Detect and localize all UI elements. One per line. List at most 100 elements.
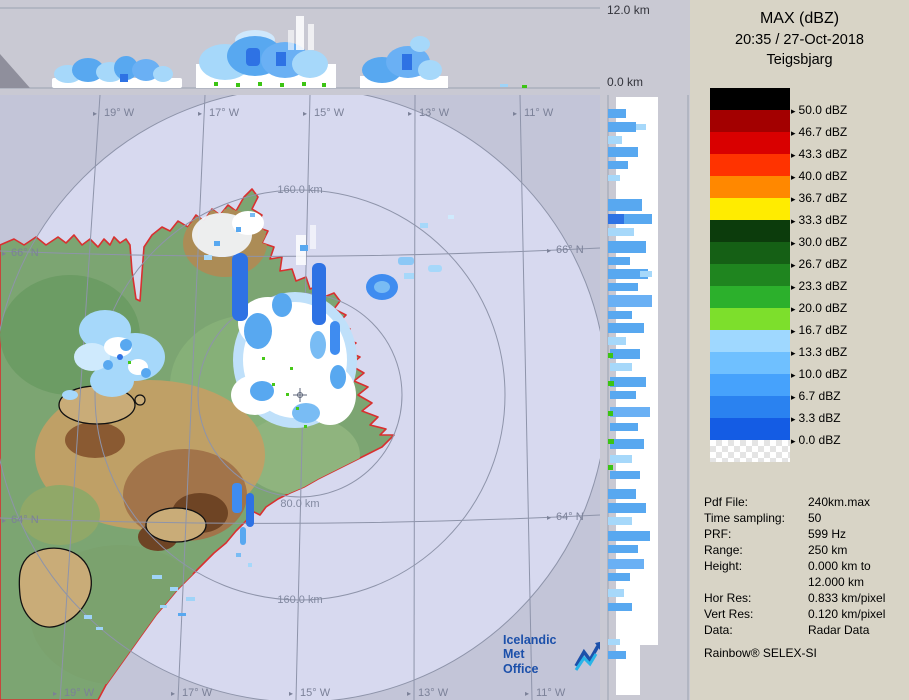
tick-arrow-icon: ▸ [407,689,411,698]
lon-label-top: 19° W [104,107,135,119]
legend-color-band [710,242,790,264]
info-value: 250 km [808,542,847,558]
profile-max-height-label: 12.0 km [607,3,650,17]
datetime-label: 20:35 / 27-Oct-2018 [690,30,909,50]
tick-arrow-icon: ▸ [791,326,796,336]
legend-color-band [710,88,790,110]
info-row: Height:0.000 km to 12.000 km [704,558,909,590]
info-label: Vert Res: [704,606,808,622]
lon-label-top: 15° W [314,107,345,119]
range-ring-label: 160.0 km [277,184,322,196]
tick-arrow-icon: ▸ [547,246,551,255]
legend-tick-label: ▸16.7 dBZ [791,323,847,337]
legend-color-band [710,176,790,198]
legend-tick-label: ▸10.0 dBZ [791,367,847,381]
software-brand: Rainbow® SELEX-SI [704,646,909,660]
lon-label-bottom: 19° W [64,687,95,699]
scan-info-block: Pdf File:240km.maxTime sampling:50PRF:59… [704,494,909,638]
legend-color-band [710,264,790,286]
tick-arrow-icon: ▸ [791,392,796,402]
tick-arrow-icon: ▸ [525,689,529,698]
lat-label-right: 66° N [556,244,584,256]
top-profile-canvas [0,0,600,95]
terrain-mask [0,54,30,88]
lon-label-bottom: 11° W [536,687,566,699]
legend-below-scale-band [710,440,790,462]
info-value: 599 Hz [808,526,846,542]
vertical-profile-east-west [0,0,600,95]
legend-color-band [710,198,790,220]
station-name: Teigsbjarg [690,50,909,70]
tick-arrow-icon: ▸ [2,249,6,258]
profile-min-height-label: 0.0 km [607,75,643,89]
tick-arrow-icon: ▸ [408,109,412,118]
legend-tick-label: ▸13.3 dBZ [791,345,847,359]
tick-arrow-icon: ▸ [791,282,796,292]
info-value: 240km.max [808,494,870,510]
legend-tick-label: ▸50.0 dBZ [791,103,847,117]
tick-arrow-icon: ▸ [791,436,796,446]
tick-arrow-icon: ▸ [791,172,796,182]
right-profile-canvas [600,95,690,700]
tick-arrow-icon: ▸ [791,370,796,380]
tick-arrow-icon: ▸ [791,194,796,204]
legend-color-band [710,154,790,176]
tick-arrow-icon: ▸ [791,150,796,160]
imo-logo-line2: Office [503,662,568,676]
legend-tick-label: ▸0.0 dBZ [791,433,841,447]
info-label: Data: [704,622,808,638]
info-label: Height: [704,558,808,590]
info-row: Pdf File:240km.max [704,494,909,510]
legend-tick-label: ▸26.7 dBZ [791,257,847,271]
info-value: 0.000 km to 12.000 km [808,558,871,590]
legend-tick-label: ▸23.3 dBZ [791,279,847,293]
tick-arrow-icon: ▸ [513,109,517,118]
lat-label-left: 64° N [11,514,39,526]
radar-display-window: 12.0 km 0.0 km [0,0,909,700]
info-label: Hor Res: [704,590,808,606]
info-value: 0.833 km/pixel [808,590,885,606]
tick-arrow-icon: ▸ [791,414,796,424]
tick-arrow-icon: ▸ [547,513,551,522]
info-value: Radar Data [808,622,869,638]
imo-logo: Icelandic Met Office [503,633,600,676]
tick-arrow-icon: ▸ [791,348,796,358]
info-label: Pdf File: [704,494,808,510]
legend-color-band [710,308,790,330]
legend-color-band [710,418,790,440]
lon-label-top: 17° W [209,107,240,119]
tick-arrow-icon: ▸ [791,260,796,270]
legend-tick-label: ▸46.7 dBZ [791,125,847,139]
imo-logo-text: Icelandic Met Office [503,633,568,676]
legend-tick-label: ▸33.3 dBZ [791,213,847,227]
tick-arrow-icon: ▸ [791,106,796,116]
tick-arrow-icon: ▸ [289,689,293,698]
legend-tick-label: ▸6.7 dBZ [791,389,841,403]
info-label: Range: [704,542,808,558]
tick-arrow-icon: ▸ [791,238,796,248]
legend-color-band [710,330,790,352]
legend-color-band [710,110,790,132]
info-panel: MAX (dBZ) 20:35 / 27-Oct-2018 Teigsbjarg… [690,0,909,700]
info-row: Range:250 km [704,542,909,558]
radar-map-view[interactable]: ▸ 19° W ▸ 17° W ▸ 15° W ▸ 13° W ▸ 11° W … [0,95,600,700]
lon-label-bottom: 15° W [300,687,331,699]
info-row: Hor Res:0.833 km/pixel [704,590,909,606]
tick-arrow-icon: ▸ [53,689,57,698]
profile-axis-corner: 12.0 km 0.0 km [600,0,690,95]
vertical-profile-north-south [600,95,690,700]
tick-arrow-icon: ▸ [198,109,202,118]
legend-color-band [710,396,790,418]
profile-echoes [52,16,527,88]
imo-logo-mark-icon [573,639,600,671]
info-label: Time sampling: [704,510,808,526]
legend-color-band [710,220,790,242]
radar-map-canvas[interactable]: ▸ 19° W ▸ 17° W ▸ 15° W ▸ 13° W ▸ 11° W … [0,95,600,700]
tick-arrow-icon: ▸ [93,109,97,118]
legend-color-band [710,286,790,308]
range-ring-label: 160.0 km [277,594,322,606]
tick-arrow-icon: ▸ [171,689,175,698]
legend-tick-label: ▸30.0 dBZ [791,235,847,249]
profile-echoes [608,97,658,695]
lon-label-bottom: 13° W [418,687,449,699]
